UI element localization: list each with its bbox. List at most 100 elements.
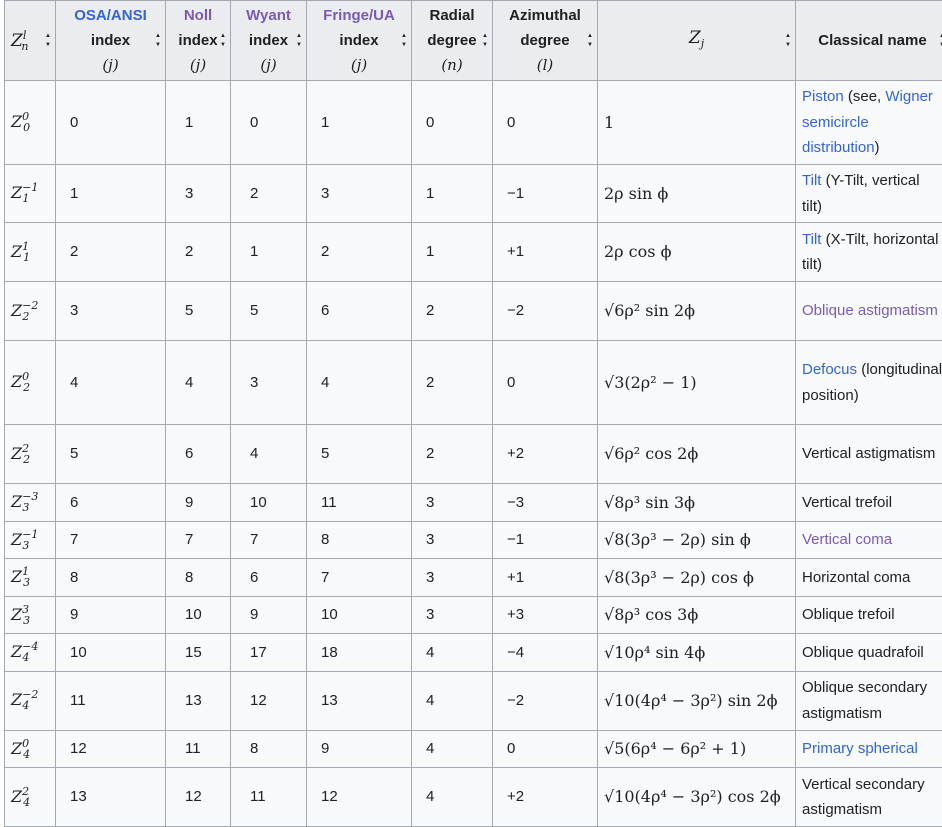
header-line: (n) bbox=[414, 53, 490, 78]
table-row: Z0412118940√5(6ρ⁴ − 6ρ² + 1)Primary sphe… bbox=[5, 730, 942, 768]
cell-l: +1 bbox=[493, 223, 598, 282]
cell-n: 1 bbox=[412, 165, 493, 223]
cell-fringe: 5 bbox=[307, 425, 412, 484]
cell-wyant: 12 bbox=[231, 671, 307, 730]
zsym-base: Z bbox=[11, 605, 22, 624]
zsym-sub: 2 bbox=[22, 310, 29, 323]
zsym-base: Z bbox=[11, 530, 22, 549]
cell-noll: 12 bbox=[166, 768, 231, 827]
cell-classical-name: Oblique trefoil bbox=[796, 596, 942, 634]
cell-osa: 9 bbox=[56, 596, 166, 634]
cell-wyant: 10 bbox=[231, 484, 307, 522]
table-row: Z1122121+12ρ cos ϕTilt (X-Tilt, horizont… bbox=[5, 223, 942, 282]
name-link[interactable]: Oblique astigmatism bbox=[802, 302, 938, 319]
cell-fringe: 1 bbox=[307, 81, 412, 165]
cell-l: −1 bbox=[493, 521, 598, 559]
zernike-symbol: Z−44 bbox=[5, 634, 56, 672]
zsym-sub: 3 bbox=[23, 576, 30, 589]
cell-fringe: 3 bbox=[307, 165, 412, 223]
header-line: Wyant bbox=[233, 3, 304, 28]
column-header-6[interactable]: Azimuthaldegree(l)▲▼ bbox=[493, 1, 598, 81]
zsym-base: Z bbox=[11, 567, 22, 586]
zernike-symbol: Z33 bbox=[5, 596, 56, 634]
sort-icon[interactable]: ▲▼ bbox=[401, 32, 407, 50]
table-row: Z1388673+1√8(3ρ³ − 2ρ) cos ϕHorizontal c… bbox=[5, 559, 942, 597]
cell-classical-name: Vertical secondary astigmatism bbox=[796, 768, 942, 827]
cell-fringe: 18 bbox=[307, 634, 412, 672]
column-header-0[interactable]: Zln▲▼ bbox=[5, 1, 56, 81]
cell-wyant: 3 bbox=[231, 341, 307, 425]
name-link[interactable]: Piston bbox=[802, 88, 844, 105]
column-header-8[interactable]: Classical name▲▼ bbox=[796, 1, 942, 81]
name-link[interactable]: Tilt bbox=[802, 172, 821, 189]
zernike-symbol: Z−11 bbox=[5, 165, 56, 223]
cell-wyant: 9 bbox=[231, 596, 307, 634]
cell-osa: 10 bbox=[56, 634, 166, 672]
header-line: Fringe/UA bbox=[309, 3, 409, 28]
zsym-base: Z bbox=[11, 444, 22, 463]
header-line: (l) bbox=[495, 53, 595, 78]
cell-n: 4 bbox=[412, 730, 493, 768]
header-line: (j) bbox=[58, 53, 163, 78]
column-header-4[interactable]: Fringe/UAindex(j)▲▼ bbox=[307, 1, 412, 81]
zernike-symbol: Z−24 bbox=[5, 671, 56, 730]
cell-wyant: 17 bbox=[231, 634, 307, 672]
cell-osa: 7 bbox=[56, 521, 166, 559]
sort-icon[interactable]: ▲▼ bbox=[155, 32, 161, 50]
name-text: Vertical trefoil bbox=[802, 494, 892, 511]
sort-icon[interactable]: ▲▼ bbox=[45, 32, 51, 50]
zsym-base: Z bbox=[11, 642, 22, 661]
cell-osa: 3 bbox=[56, 282, 166, 341]
cell-osa: 5 bbox=[56, 425, 166, 484]
cell-formula: √10(4ρ⁴ − 3ρ²) cos 2ϕ bbox=[598, 768, 796, 827]
zernike-symbol: Z02 bbox=[5, 341, 56, 425]
cell-fringe: 2 bbox=[307, 223, 412, 282]
cell-noll: 2 bbox=[166, 223, 231, 282]
column-header-1[interactable]: OSA/ANSIindex(j)▲▼ bbox=[56, 1, 166, 81]
zsym-sub: 1 bbox=[22, 192, 29, 205]
sort-icon[interactable]: ▲▼ bbox=[785, 32, 791, 50]
sort-icon[interactable]: ▲▼ bbox=[482, 32, 488, 50]
zsym-base: Z bbox=[11, 242, 22, 261]
sort-icon[interactable]: ▲▼ bbox=[296, 32, 302, 50]
zsym-base: Z bbox=[11, 787, 22, 806]
zernike-symbol: Z24 bbox=[5, 768, 56, 827]
header-row: Zln▲▼OSA/ANSIindex(j)▲▼Nollindex(j)▲▼Wya… bbox=[5, 1, 942, 81]
cell-formula: √6ρ² cos 2ϕ bbox=[598, 425, 796, 484]
cell-l: −1 bbox=[493, 165, 598, 223]
cell-noll: 5 bbox=[166, 282, 231, 341]
sort-icon[interactable]: ▲▼ bbox=[587, 32, 593, 50]
cell-l: −4 bbox=[493, 634, 598, 672]
zsym-sub: 4 bbox=[23, 748, 30, 761]
header-line: Classical name bbox=[798, 28, 942, 53]
zernike-table: Zln▲▼OSA/ANSIindex(j)▲▼Nollindex(j)▲▼Wya… bbox=[4, 0, 942, 827]
cell-n: 2 bbox=[412, 341, 493, 425]
cell-classical-name: Oblique astigmatism bbox=[796, 282, 942, 341]
name-link[interactable]: Tilt bbox=[802, 231, 821, 248]
column-header-3[interactable]: Wyantindex(j)▲▼ bbox=[231, 1, 307, 81]
name-text: ) bbox=[875, 139, 880, 156]
cell-l: 0 bbox=[493, 341, 598, 425]
cell-osa: 2 bbox=[56, 223, 166, 282]
cell-l: +3 bbox=[493, 596, 598, 634]
cell-formula: √10(4ρ⁴ − 3ρ²) sin 2ϕ bbox=[598, 671, 796, 730]
cell-wyant: 7 bbox=[231, 521, 307, 559]
column-header-7[interactable]: Zj▲▼ bbox=[598, 1, 796, 81]
table-body: Z000101001Piston (see, Wigner semicircle… bbox=[5, 81, 942, 827]
sort-icon[interactable]: ▲▼ bbox=[220, 32, 226, 50]
cell-n: 4 bbox=[412, 634, 493, 672]
cell-fringe: 4 bbox=[307, 341, 412, 425]
cell-n: 0 bbox=[412, 81, 493, 165]
cell-n: 2 bbox=[412, 425, 493, 484]
header-line: (j) bbox=[233, 53, 304, 78]
cell-l: 0 bbox=[493, 81, 598, 165]
header-line: index bbox=[309, 28, 409, 53]
cell-classical-name: Vertical coma bbox=[796, 521, 942, 559]
column-header-2[interactable]: Nollindex(j)▲▼ bbox=[166, 1, 231, 81]
cell-noll: 6 bbox=[166, 425, 231, 484]
header-line: Noll bbox=[168, 3, 228, 28]
name-link[interactable]: Defocus bbox=[802, 361, 857, 378]
name-link[interactable]: Vertical coma bbox=[802, 531, 892, 548]
column-header-5[interactable]: Radialdegree(n)▲▼ bbox=[412, 1, 493, 81]
name-link[interactable]: Primary spherical bbox=[802, 740, 918, 757]
